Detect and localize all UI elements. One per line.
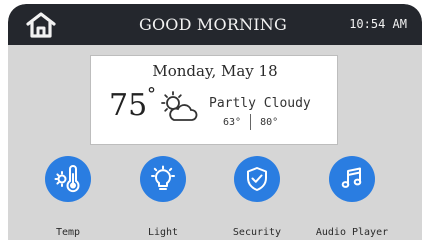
lightbulb-icon (151, 165, 175, 190)
high-temperature: 80° (260, 116, 279, 128)
temperature-range: 63° 80° (223, 114, 278, 130)
security-button[interactable] (234, 156, 280, 202)
thermometer-icon (54, 165, 80, 193)
audio-player-control[interactable]: Audio Player (313, 156, 391, 240)
audio-player-label: Audio Player (315, 227, 389, 238)
degree-symbol: ° (147, 84, 156, 105)
security-control[interactable]: Security (218, 156, 296, 240)
temp-control[interactable]: Temp (29, 156, 107, 240)
light-control[interactable]: Light (124, 156, 202, 240)
greeting-text: GOOD MORNING (139, 15, 287, 34)
weather-date: Monday, May 18 (152, 62, 278, 80)
weather-card: Monday, May 18 75 ° Partly Cloudy 63° 80… (90, 55, 338, 145)
low-temperature: 63° (223, 116, 242, 128)
temp-button[interactable] (45, 156, 91, 202)
dashboard-panel: GOOD MORNING 10:54 AM Monday, May 18 75 … (8, 4, 422, 240)
audio-player-button[interactable] (329, 156, 375, 202)
range-divider (250, 114, 252, 130)
temp-label: Temp (55, 227, 81, 238)
home-icon (26, 12, 56, 38)
current-temperature: 75 (109, 88, 148, 123)
partly-cloudy-icon (161, 91, 198, 121)
light-button[interactable] (140, 156, 186, 202)
security-label: Security (232, 227, 282, 238)
clock-time: 10:54 AM (349, 17, 407, 31)
light-label: Light (147, 227, 179, 238)
top-bar: GOOD MORNING 10:54 AM (8, 4, 422, 45)
weather-condition: Partly Cloudy (209, 96, 311, 111)
shield-check-icon (247, 167, 267, 191)
music-note-icon (341, 167, 362, 188)
smart-home-screen: GOOD MORNING 10:54 AM Monday, May 18 75 … (0, 0, 425, 241)
home-button[interactable] (24, 10, 58, 40)
